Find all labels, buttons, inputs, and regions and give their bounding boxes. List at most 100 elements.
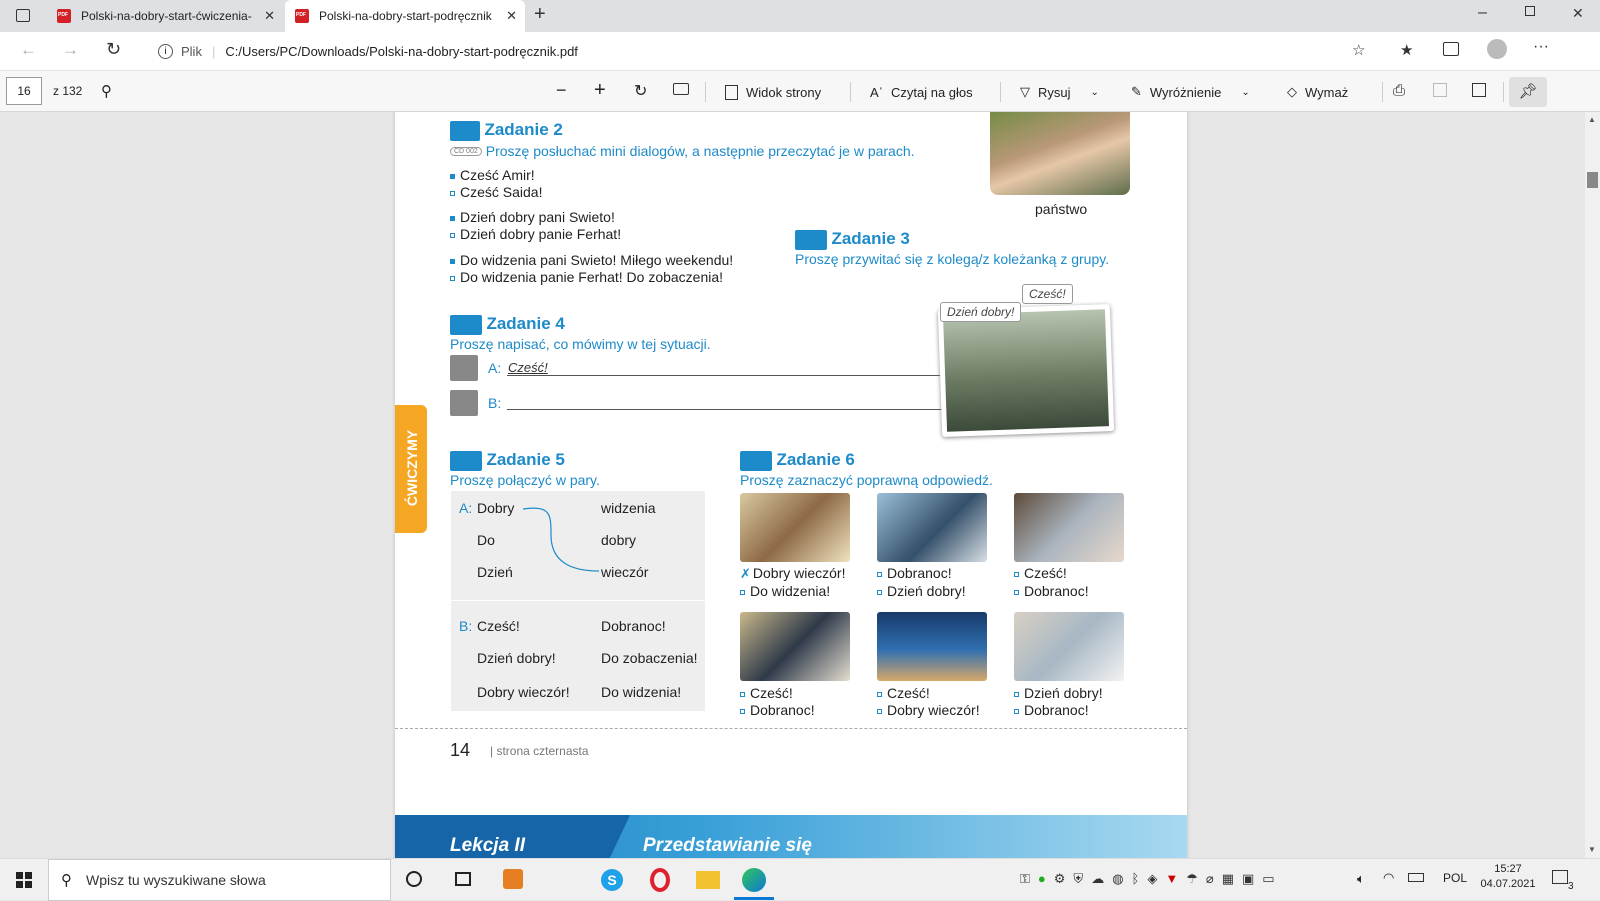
close-icon[interactable]: ✕ — [506, 8, 517, 24]
url-field[interactable]: i Plik | C:/Users/PC/Downloads/Polski-na… — [142, 36, 1405, 66]
task-6-title: Zadanie 6 — [776, 450, 855, 469]
task-6-subtitle: Proszę zaznaczyć poprawną odpowiedź. — [740, 472, 993, 488]
system-tray[interactable]: ⚿ ● ⚙ ⛨ ☁ ◍ ᛒ ◈ ▼ ☂ ⌀ ▦ ▣ ▭ — [1020, 871, 1330, 889]
answer-line[interactable] — [507, 409, 942, 410]
erase-button[interactable]: ◇ Wymaż — [1287, 71, 1348, 113]
read-aloud-label: Czytaj na głos — [891, 84, 973, 100]
quiz-option[interactable]: Dzień dobry! — [877, 583, 966, 599]
clock[interactable]: 15:27 04.07.2021 — [1478, 863, 1538, 890]
task-3-subtitle: Proszę przywitać się z kolegą/z koleżank… — [795, 251, 1110, 267]
speaker-icon — [450, 120, 480, 141]
close-icon[interactable]: ✕ — [264, 8, 275, 24]
match-item[interactable]: wieczór — [601, 564, 648, 580]
close-window-button[interactable]: ✕ — [1572, 5, 1584, 22]
page-number-input[interactable]: 16 — [6, 77, 42, 105]
back-button[interactable]: ← — [20, 40, 37, 60]
tab-exercises[interactable]: Polski-na-dobry-start-ćwiczenia- ✕ — [47, 0, 283, 32]
quiz-option[interactable]: Dobranoc! — [1014, 702, 1089, 718]
photo-caption: państwo — [1035, 201, 1088, 217]
vertical-scrollbar[interactable]: ▲ ▼ — [1585, 112, 1600, 858]
scroll-down-icon[interactable]: ▼ — [1588, 845, 1596, 854]
tab-label: Polski-na-dobry-start-podręcznik — [319, 9, 492, 23]
search-icon: ⚲ — [61, 872, 72, 889]
quiz-option[interactable]: ✗ Dobry wieczór! — [740, 565, 846, 582]
match-item[interactable]: Cześć! — [477, 618, 520, 634]
matching-box: A: Dobry Do Dzień widzenia dobry wieczór… — [451, 491, 705, 711]
quiz-option[interactable]: Dzień dobry! — [1014, 685, 1103, 701]
favorites-icon[interactable]: ★ — [1400, 41, 1413, 59]
quiz-option[interactable]: Dobranoc! — [877, 565, 952, 581]
info-icon[interactable]: i — [158, 43, 173, 59]
tab-textbook[interactable]: Polski-na-dobry-start-podręcznik ✕ — [285, 0, 525, 32]
fit-page-icon[interactable] — [673, 83, 689, 95]
line-a-answer[interactable]: Cześć! — [508, 360, 548, 375]
read-aloud-button[interactable]: A᾽ Czytaj na głos — [870, 71, 973, 113]
page-view-button[interactable]: Widok strony — [725, 71, 821, 113]
match-item[interactable]: Dobranoc! — [601, 618, 666, 634]
opera-icon[interactable] — [650, 868, 670, 892]
match-item[interactable]: Do widzenia! — [601, 684, 681, 700]
new-tab-button[interactable]: + — [534, 3, 546, 26]
quiz-option[interactable]: Cześć! — [1014, 565, 1067, 581]
pencil-icon — [450, 314, 482, 335]
tab-actions-icon[interactable] — [16, 9, 30, 22]
battery-icon[interactable] — [1408, 873, 1424, 882]
app-icon[interactable] — [503, 869, 523, 889]
quiz-option[interactable]: Cześć! — [740, 685, 793, 701]
task-view-icon[interactable] — [455, 872, 471, 886]
volume-icon[interactable]: 🔈︎ — [1357, 871, 1365, 887]
draw-button[interactable]: ▽ Rysuj ⌄ — [1020, 71, 1099, 113]
pencil-icon — [450, 450, 482, 471]
quiz-option[interactable]: Dobranoc! — [740, 702, 815, 718]
match-item[interactable]: Do — [477, 532, 495, 548]
search-icon[interactable]: ⚲ — [101, 82, 112, 100]
match-item[interactable]: widzenia — [601, 500, 655, 516]
scroll-thumb[interactable] — [1587, 172, 1598, 188]
cortana-icon[interactable] — [406, 871, 422, 887]
quiz-photo — [740, 493, 850, 562]
notifications-icon[interactable] — [1552, 870, 1568, 884]
forward-button[interactable]: → — [62, 40, 79, 60]
profile-avatar[interactable] — [1487, 39, 1507, 59]
collections-icon[interactable] — [1443, 42, 1459, 56]
rotate-icon[interactable]: ↻ — [634, 81, 647, 101]
more-menu-icon[interactable]: ··· — [1533, 38, 1549, 56]
chevron-down-icon[interactable]: ⌄ — [1241, 87, 1249, 98]
refresh-button[interactable]: ↻ — [106, 39, 121, 60]
taskbar-search[interactable]: ⚲ Wpisz tu wyszukiwane słowa — [48, 859, 391, 901]
match-item[interactable]: Dobry wieczór! — [477, 684, 570, 700]
minimize-button[interactable]: – — [1478, 4, 1487, 22]
quiz-option[interactable]: Do widzenia! — [740, 583, 830, 599]
pdf-viewer[interactable]: Zadanie 2 CD 002 Proszę posłuchać mini d… — [0, 112, 1585, 858]
print-icon[interactable]: ⎙ — [1393, 82, 1405, 99]
edge-icon[interactable] — [742, 868, 766, 892]
match-item[interactable]: Dzień dobry! — [477, 650, 556, 666]
match-item[interactable]: dobry — [601, 532, 636, 548]
save-as-icon[interactable] — [1472, 83, 1486, 97]
match-connector-line — [522, 507, 600, 572]
skype-icon[interactable]: S — [601, 869, 623, 891]
cd-badge: CD 002 — [450, 146, 482, 156]
quiz-photo — [1014, 612, 1124, 681]
add-favorite-icon[interactable]: ☆ — [1352, 41, 1365, 59]
zoom-in-button[interactable]: + — [594, 79, 606, 102]
chevron-down-icon[interactable]: ⌄ — [1091, 87, 1099, 98]
start-button[interactable] — [16, 872, 32, 888]
language-indicator[interactable]: POL — [1443, 871, 1467, 885]
maximize-button[interactable] — [1525, 6, 1535, 16]
quiz-option[interactable]: Cześć! — [877, 685, 930, 701]
scroll-up-icon[interactable]: ▲ — [1588, 115, 1596, 124]
file-explorer-icon[interactable] — [696, 871, 720, 889]
pin-toolbar-icon[interactable]: 📌︎ — [1509, 77, 1547, 107]
zoom-out-button[interactable]: − — [556, 80, 567, 101]
match-item[interactable]: Do zobaczenia! — [601, 650, 698, 666]
page-words: | strona czternasta — [490, 744, 589, 758]
wifi-icon[interactable]: ◠ — [1383, 870, 1394, 886]
save-icon[interactable] — [1433, 83, 1447, 97]
highlight-button[interactable]: ✎ Wyróżnienie ⌄ — [1131, 71, 1250, 113]
quiz-option[interactable]: Dobranoc! — [1014, 583, 1089, 599]
match-item[interactable]: Dzień — [477, 564, 513, 580]
quiz-option[interactable]: Dobry wieczór! — [877, 702, 980, 718]
match-item[interactable]: Dobry — [477, 500, 514, 516]
quiz-photo — [1014, 493, 1124, 562]
